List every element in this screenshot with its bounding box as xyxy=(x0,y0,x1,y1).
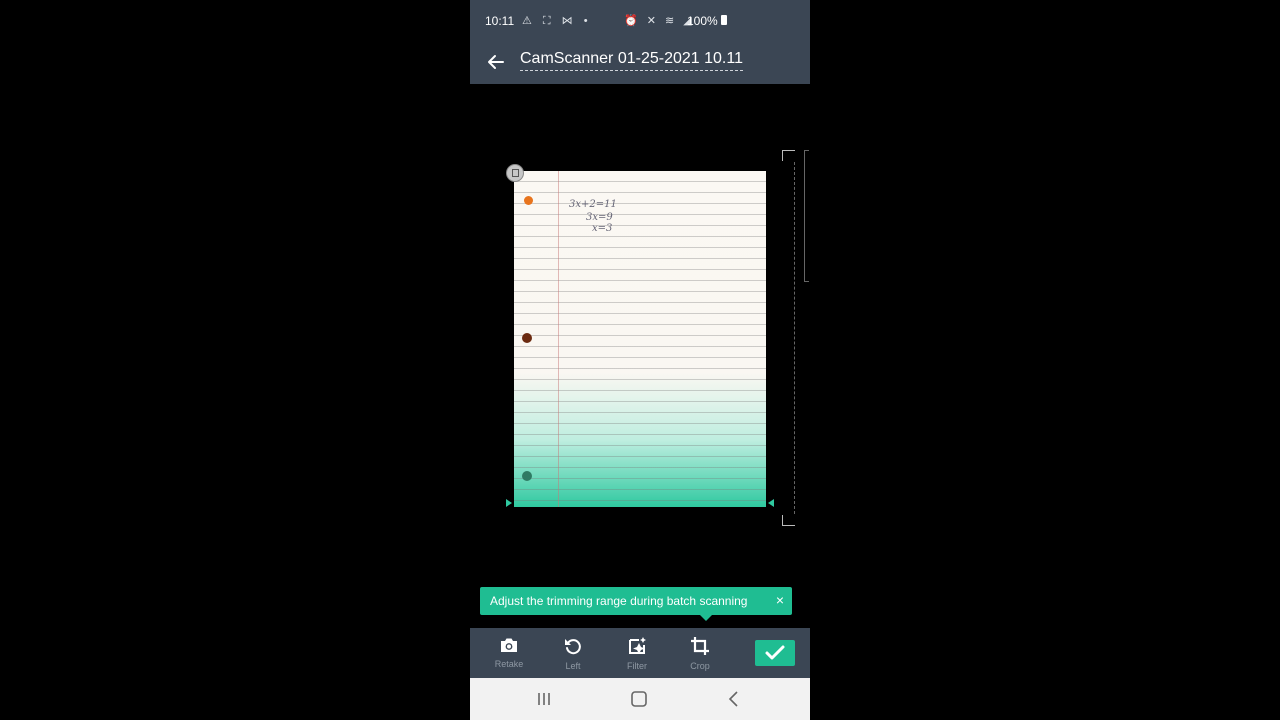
recents-icon xyxy=(538,693,550,705)
preview-bracket xyxy=(804,150,809,282)
preview-divider xyxy=(794,162,795,514)
crop-button[interactable]: Crop xyxy=(677,632,723,676)
scan-preview-area: 3x+2=11 3x=9 x=3 Adjust the trimming ran… xyxy=(470,84,810,628)
retake-button[interactable]: Retake xyxy=(486,632,532,676)
handwriting-line: x=3 xyxy=(592,223,613,234)
preview-corner xyxy=(782,150,795,161)
camera-icon xyxy=(501,638,517,652)
ruled-lines xyxy=(514,171,766,507)
check-icon xyxy=(765,645,785,660)
bottom-toolbar: Retake Left Filter Crop xyxy=(470,628,810,678)
status-bar: 10:11 ⚠ ⛶ ⋈ • ⏰ ✕ ≋ ◢ 100% xyxy=(470,0,810,40)
back-button[interactable] xyxy=(484,50,508,74)
crop-label: Crop xyxy=(690,661,710,671)
nav-back-button[interactable] xyxy=(722,688,746,710)
left-label: Left xyxy=(565,661,581,671)
chevron-left-icon xyxy=(728,691,738,707)
filter-label: Filter xyxy=(627,661,647,671)
handwriting-line: 3x+2=11 xyxy=(569,199,617,210)
system-icons: ⏰ ✕ ≋ ◢ xyxy=(624,15,695,27)
delete-page-icon[interactable] xyxy=(506,164,524,182)
next-page-preview[interactable] xyxy=(782,150,809,526)
margin-line xyxy=(558,171,559,507)
retake-label: Retake xyxy=(494,659,524,669)
system-nav-bar xyxy=(470,678,810,720)
rotate-left-icon xyxy=(565,639,581,655)
handwriting-line: 3x=9 xyxy=(586,212,613,223)
binder-hole xyxy=(522,333,532,343)
battery-icon xyxy=(721,15,727,25)
binder-hole xyxy=(522,471,532,481)
tip-close-button[interactable]: × xyxy=(776,592,784,608)
preview-corner xyxy=(782,515,795,526)
home-button[interactable] xyxy=(627,688,651,710)
arrow-left-icon xyxy=(488,55,504,69)
phone-screen: 10:11 ⚠ ⛶ ⋈ • ⏰ ✕ ≋ ◢ 100% CamScanner 01… xyxy=(470,0,810,720)
crop-handle[interactable] xyxy=(524,196,533,205)
edge-marker-left xyxy=(506,499,512,507)
scanned-page: 3x+2=11 3x=9 x=3 xyxy=(514,171,766,507)
tip-text: Adjust the trimming range during batch s… xyxy=(490,594,748,608)
tip-banner: Adjust the trimming range during batch s… xyxy=(480,587,792,621)
recents-button[interactable] xyxy=(532,688,556,710)
filter-icon xyxy=(629,637,646,654)
edge-marker-right xyxy=(768,499,774,507)
home-icon xyxy=(631,691,647,707)
status-time: 10:11 xyxy=(485,14,515,28)
crop-icon xyxy=(691,637,709,655)
rotate-left-button[interactable]: Left xyxy=(550,632,596,676)
document-title[interactable]: CamScanner 01-25-2021 10.11 xyxy=(520,50,743,71)
app-bar: CamScanner 01-25-2021 10.11 xyxy=(470,40,810,84)
filter-button[interactable]: Filter xyxy=(614,632,660,676)
notification-icons: ⚠ ⛶ ⋈ • xyxy=(522,15,592,27)
tip-pointer xyxy=(700,615,712,621)
battery-level: 100% xyxy=(687,14,718,28)
confirm-button[interactable] xyxy=(755,640,795,666)
